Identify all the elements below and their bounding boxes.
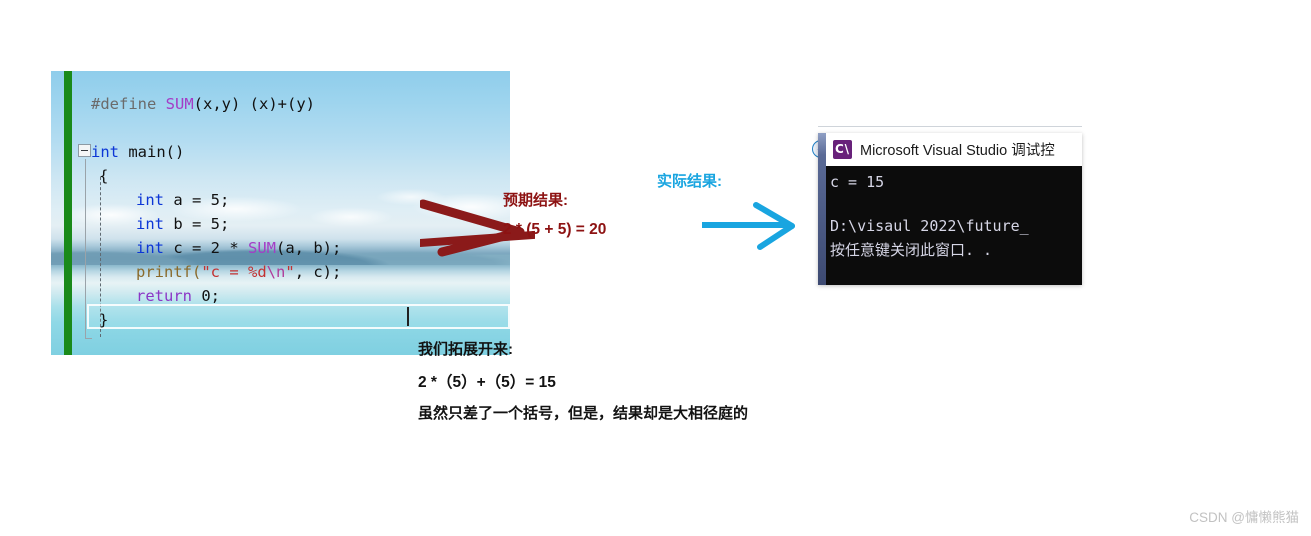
token-printf-rest: , c); [294,263,342,281]
console-title-bar[interactable]: Microsoft Visual Studio 调试控 [826,133,1082,166]
actual-result-arrow-icon [702,202,795,250]
debug-console-window[interactable]: Microsoft Visual Studio 调试控 c = 15 D:\vis… [818,133,1082,285]
code-line-decl-a: int a = 5; [136,191,230,209]
code-line-main: int main() [91,140,184,164]
expected-result-label: 预期结果: [503,192,568,209]
csdn-watermark: CSDN @慵懒熊猫 [1189,510,1299,525]
token-sum-call: SUM [248,239,276,257]
expansion-heading: 我们拓展开来: [418,341,513,358]
console-output-line-1: c = 15 [830,173,885,191]
token-return-keyword: return [136,287,192,305]
code-line-decl-b: int b = 5; [136,215,230,233]
code-line-return: return 0; [136,284,220,308]
console-output-area[interactable]: c = 15 D:\visaul 2022\future_ 按任意键关闭此窗口. … [826,166,1082,285]
code-line-close-brace: } [99,311,109,329]
token-printf-name: printf [136,263,192,281]
token-macro-params: (x,y) (x)+(y) [193,95,315,113]
console-title-text: Microsoft Visual Studio 调试控 [860,143,1055,159]
token-macro-name: SUM [165,95,194,113]
token-printf-string-a: "c = %d [201,263,267,281]
token-c-decl-args: (a, b); [276,239,342,257]
code-line-decl-c: int c = 2 * SUM(a, b); [136,239,342,257]
window-top-hairline [818,126,1082,127]
token-main-signature: main() [119,143,185,161]
screenshot-canvas: #define SUM(x,y) (x)+(y) int main() { in… [0,0,1311,536]
code-line-open-brace: { [99,167,109,185]
console-output-line-3: 按任意键关闭此窗口. . [830,241,993,259]
code-line-define: #define SUM(x,y) (x)+(y) [91,92,315,116]
token-a-decl: a = 5; [164,191,230,209]
code-line-printf: printf("c = %d\n", c); [136,263,342,281]
expected-result-expression: 2 * (5 + 5) = 20 [503,221,607,238]
expansion-expression: 2 *（5）+（5）= 15 [418,374,556,391]
token-return-value: 0; [192,287,220,305]
token-printf-escape: \n [266,263,286,281]
window-left-edge [818,133,826,285]
token-b-decl: b = 5; [164,215,230,233]
token-define-keyword: #define [91,95,157,113]
actual-result-label: 实际结果: [657,173,722,190]
visual-studio-console-icon [833,140,852,159]
conclusion-text: 虽然只差了一个括号，但是，结果却是大相径庭的 [418,405,749,422]
token-int-main: int [91,143,119,161]
console-output-line-2: D:\visaul 2022\future_ [830,217,1029,235]
token-c-decl-pre: c = 2 * [164,239,248,257]
